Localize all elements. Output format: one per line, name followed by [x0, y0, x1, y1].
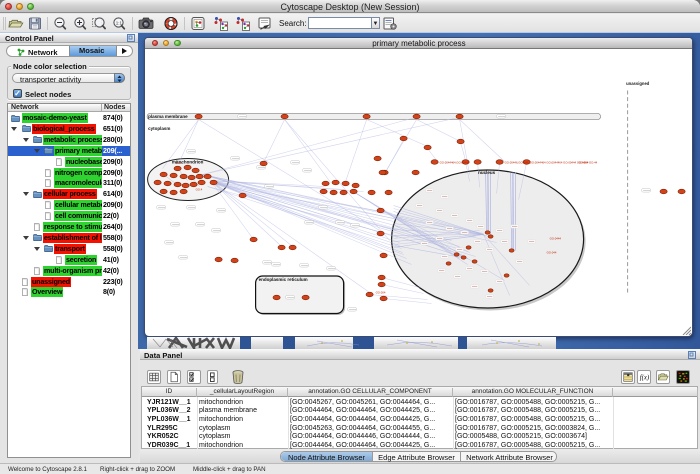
svg-text:unassigned: unassigned — [626, 81, 650, 86]
svg-text:GO:044: GO:044 — [547, 250, 557, 254]
svg-text:GO:00446,GO:004: GO:00446,GO:004 — [505, 160, 529, 164]
svg-text:mitochondrion: mitochondrion — [172, 159, 204, 164]
svg-text:nucleus: nucleus — [478, 170, 496, 175]
svg-text:GO:4: GO:4 — [196, 187, 203, 191]
svg-text:f(x): f(x) — [640, 375, 650, 382]
svg-text:GO:0044464,GO:00446: GO:0044464,GO:00446 — [440, 160, 470, 164]
svg-text:plasma membrane: plasma membrane — [148, 113, 188, 118]
svg-text:GO:004: GO:004 — [579, 160, 589, 164]
svg-text:GO:004: GO:004 — [376, 290, 386, 294]
svg-text:GO:0444: GO:0444 — [550, 236, 562, 240]
svg-text:cytoplasm: cytoplasm — [148, 126, 170, 131]
svg-text:endoplasmic reticulum: endoplasmic reticulum — [259, 277, 308, 282]
